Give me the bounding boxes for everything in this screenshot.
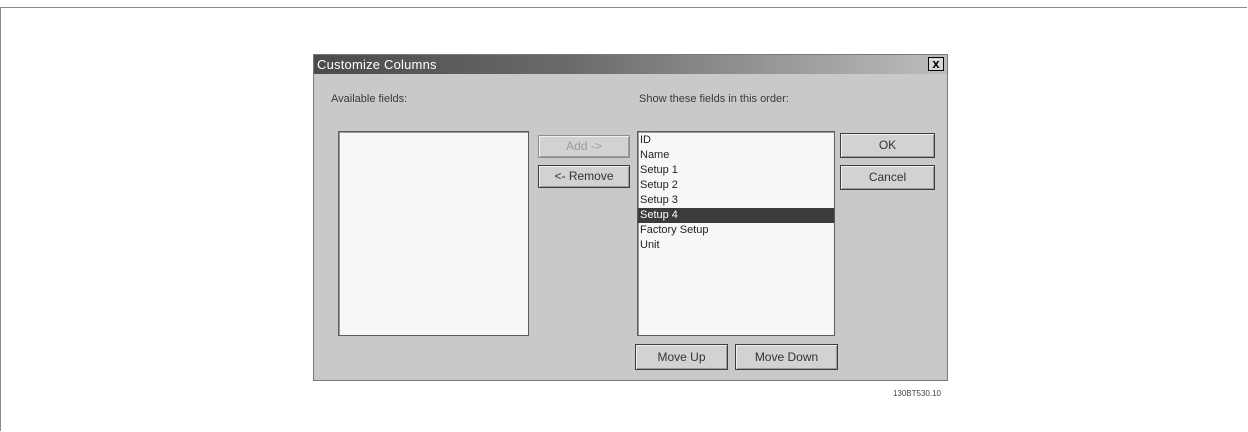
shown-field-item[interactable]: Unit (638, 238, 834, 253)
title-bar[interactable]: Customize Columns x (314, 55, 947, 74)
close-button[interactable]: x (928, 57, 944, 71)
shown-field-item[interactable]: ID (638, 133, 834, 148)
shown-fields-label: Show these fields in this order: (639, 93, 789, 105)
move-up-button[interactable]: Move Up (635, 344, 728, 370)
shown-field-item[interactable]: Factory Setup (638, 223, 834, 238)
shown-field-item[interactable]: Name (638, 148, 834, 163)
available-fields-label: Available fields: (331, 93, 408, 105)
customize-columns-dialog: Customize Columns x Available fields: Sh… (313, 54, 948, 381)
shown-field-item[interactable]: Setup 1 (638, 163, 834, 178)
add-button[interactable]: Add -> (538, 135, 630, 158)
ok-button[interactable]: OK (840, 133, 935, 158)
move-down-button[interactable]: Move Down (735, 344, 838, 370)
shown-field-item[interactable]: Setup 3 (638, 193, 834, 208)
remove-button[interactable]: <- Remove (538, 165, 630, 188)
shown-fields-list[interactable]: ID Name Setup 1 Setup 2 Setup 3 Setup 4 Factor… (637, 131, 835, 336)
shown-field-item[interactable]: Setup 4 (638, 208, 834, 223)
figure-reference: 130BT530.10 (892, 389, 941, 398)
cancel-button[interactable]: Cancel (840, 165, 935, 190)
available-fields-list[interactable] (338, 131, 529, 336)
shown-field-item[interactable]: Setup 2 (638, 178, 834, 193)
dialog-title: Customize Columns (317, 57, 437, 72)
